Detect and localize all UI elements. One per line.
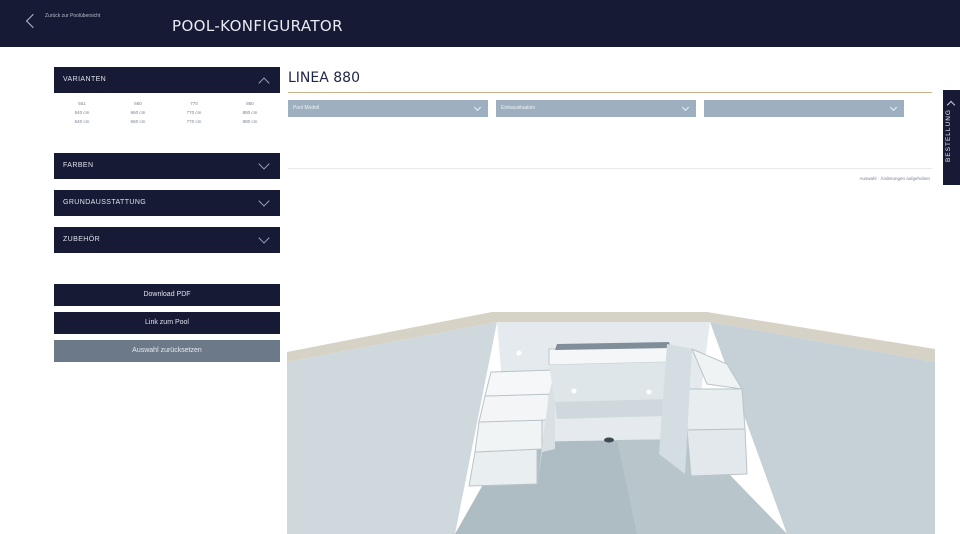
variant-detail: 660 cm: [130, 110, 146, 115]
accordion-grundausstattung[interactable]: GRUNDAUSSTATTUNG: [54, 190, 280, 216]
link-to-pool-button[interactable]: Link zum Pool: [54, 312, 280, 334]
variant-option-4[interactable]: 880 880 cm 880 cm: [222, 99, 278, 126]
chevron-down-icon: [258, 195, 270, 207]
caret-down-icon: [681, 103, 690, 112]
download-pdf-button[interactable]: Download PDF: [54, 284, 280, 306]
variant-detail: 880 cm: [242, 110, 258, 115]
variant-option-3[interactable]: 770 770 cm 770 cm: [166, 99, 222, 126]
section-divider: [288, 168, 932, 169]
variant-detail: 770 cm: [186, 119, 202, 124]
order-tab-label: BESTELLUNG: [945, 109, 952, 162]
reset-selection-button[interactable]: Auswahl zurücksetzen: [54, 340, 280, 362]
variant-detail: 880 cm: [242, 119, 258, 124]
accordion-zubehoer[interactable]: ZUBEHÖR: [54, 227, 280, 253]
dropdown-installation[interactable]: Einbausituation: [496, 100, 696, 117]
back-to-overview-link[interactable]: Zurück zur Poolübersicht: [0, 0, 110, 47]
variant-list: 551 540 cm 540 cm 660 660 cm 660 cm 770 …: [54, 99, 280, 139]
variant-detail: 770 cm: [186, 110, 202, 115]
order-side-tab[interactable]: BESTELLUNG: [943, 90, 960, 185]
back-label: Zurück zur Poolübersicht: [45, 13, 101, 19]
dropdown-option-3[interactable]: [704, 100, 904, 117]
top-bar: Zurück zur Poolübersicht POOL-KONFIGURAT…: [0, 0, 960, 47]
chevron-down-icon: [258, 232, 270, 244]
chevron-up-icon: [946, 100, 956, 110]
caret-down-icon: [473, 103, 482, 112]
dropdown-pool-model[interactable]: Pool Modell: [288, 100, 488, 117]
pool-render: [287, 312, 935, 534]
chevron-up-icon: [258, 77, 270, 89]
accordion-label: FARBEN: [63, 162, 94, 169]
variant-name: 770: [190, 101, 198, 106]
variant-name: 660: [134, 101, 142, 106]
chevron-left-icon: [25, 13, 41, 29]
variant-detail: 540 cm: [74, 110, 90, 115]
chevron-down-icon: [258, 158, 270, 170]
accordion-label: GRUNDAUSSTATTUNG: [63, 199, 147, 206]
dropdown-value: Pool Modell: [293, 105, 320, 111]
variant-name: 551: [78, 101, 86, 106]
caret-down-icon: [889, 103, 898, 112]
app-title: POOL-KONFIGURATOR: [172, 17, 343, 35]
model-title: LINEA 880: [288, 70, 360, 86]
changes-link[interactable]: Auswahl · Änderungen aufgehoben: [859, 176, 930, 181]
accordion-farben[interactable]: FARBEN: [54, 153, 280, 179]
accordion-label: ZUBEHÖR: [63, 236, 101, 243]
accordion-varianten[interactable]: VARIANTEN: [54, 67, 280, 93]
variant-option-1[interactable]: 551 540 cm 540 cm: [54, 99, 110, 126]
pool-3d-viewport[interactable]: [287, 184, 935, 534]
variant-name: 880: [246, 101, 254, 106]
title-divider: [288, 92, 932, 93]
variant-detail: 660 cm: [130, 119, 146, 124]
accordion-label: VARIANTEN: [63, 76, 107, 83]
dropdown-value: Einbausituation: [501, 105, 536, 111]
variant-detail: 540 cm: [74, 119, 90, 124]
variant-option-2[interactable]: 660 660 cm 660 cm: [110, 99, 166, 126]
